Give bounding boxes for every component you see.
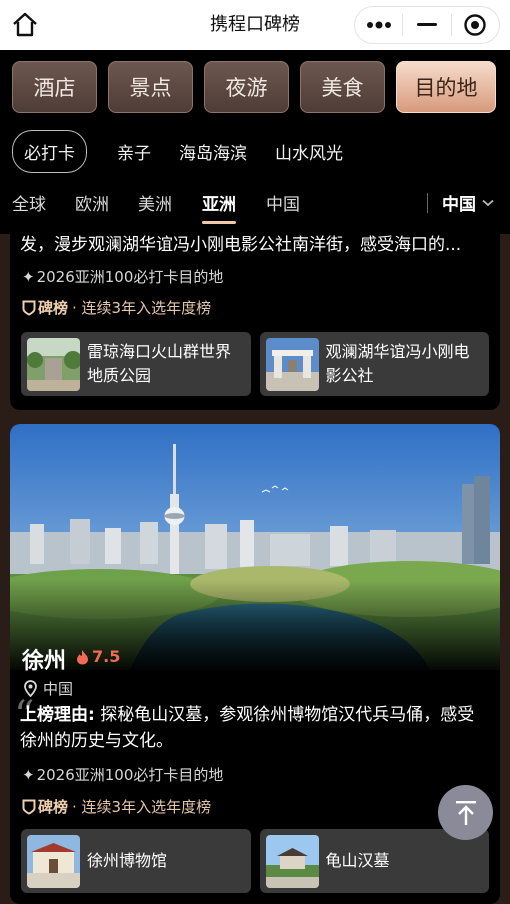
- filter-header: 酒店 景点 夜游 美食 目的地 必打卡 亲子 海岛海滨 山水风光 全球 欧洲 美…: [0, 50, 510, 234]
- rank-note: · 连续3年入选年度榜: [72, 299, 212, 317]
- category-tab-hotel[interactable]: 酒店: [12, 61, 97, 113]
- reason-label: 上榜理由:: [20, 705, 95, 725]
- poi-item[interactable]: 徐州博物馆: [21, 829, 251, 893]
- country-filter-label: 中国: [442, 195, 476, 215]
- poi-thumbnail-park: [27, 337, 80, 391]
- rank-badge-line: 碑榜 · 连续3年入选年度榜: [10, 297, 500, 318]
- destination-card-xuzhou[interactable]: 徐州 7.5 中国 “ 上榜理由: 探秘龟山汉墓，参观徐州博物馆汉代兵马俑，感受…: [10, 424, 500, 904]
- rank-brand: 碑榜: [38, 299, 69, 317]
- card-reason: 上榜理由: 探秘龟山汉墓，参观徐州博物馆汉代兵马俑，感受徐州的历史与文化。: [10, 702, 500, 754]
- award-tag: ✦ 2026亚洲100必打卡目的地: [10, 764, 500, 785]
- poi-name: 观澜湖华谊冯小刚电影公社: [325, 342, 470, 385]
- card-description: 发，漫步观澜湖华谊冯小刚电影公社南洋街，感受海口的...: [20, 235, 462, 255]
- sparkle-icon: ✦: [22, 765, 35, 784]
- poi-list: 徐州博物馆 龟山汉墓: [10, 829, 500, 893]
- shield-icon: [22, 300, 36, 316]
- hero-image-xuzhou-skyline: [10, 424, 500, 670]
- poi-item[interactable]: 雷琼海口火山群世界地质公园: [21, 332, 251, 396]
- target-close-icon[interactable]: [452, 7, 499, 43]
- shield-icon: [22, 799, 36, 815]
- category-tabs: 酒店 景点 夜游 美食 目的地: [12, 61, 496, 113]
- rating-value: 7.5: [92, 647, 121, 666]
- minimize-icon[interactable]: [403, 7, 450, 43]
- card-body: “ 上榜理由: 探秘龟山汉墓，参观徐州博物馆汉代兵马俑，感受徐州的历史与文化。 …: [10, 696, 500, 893]
- poi-name: 龟山汉墓: [325, 851, 390, 870]
- rank-badge-line: 碑榜 · 连续3年入选年度榜: [10, 796, 500, 817]
- poi-name: 徐州博物馆: [87, 851, 168, 870]
- theme-chips: 必打卡 亲子 海岛海滨 山水风光: [12, 130, 371, 173]
- category-tab-food[interactable]: 美食: [300, 61, 385, 113]
- category-tab-night-tour[interactable]: 夜游: [204, 61, 289, 113]
- poi-thumbnail-museum: [27, 834, 80, 888]
- rating-score: 7.5: [76, 647, 120, 666]
- chevron-down-icon: [482, 199, 494, 206]
- award-tag: ✦ 2026亚洲100必打卡目的地: [10, 266, 500, 287]
- divider: [427, 192, 428, 213]
- region-tab-global[interactable]: 全球: [12, 190, 46, 215]
- mini-program-capsule: [354, 6, 500, 44]
- top-nav-bar: 携程口碑榜: [0, 0, 510, 50]
- poi-thumbnail-tomb: [265, 834, 319, 888]
- sparkle-icon: ✦: [22, 267, 35, 286]
- award-tag-text: 2026亚洲100必打卡目的地: [36, 268, 224, 286]
- category-tab-attractions[interactable]: 景点: [108, 61, 193, 113]
- more-dots-icon[interactable]: [355, 7, 402, 43]
- region-tab-china[interactable]: 中国: [266, 190, 300, 215]
- country-filter-dropdown[interactable]: 中国: [427, 190, 494, 215]
- poi-list: 雷琼海口火山群世界地质公园 观澜湖华谊冯小刚电影公社: [10, 332, 500, 396]
- country-name: 中国: [43, 680, 74, 698]
- city-name: 徐州: [22, 649, 67, 674]
- back-to-top-icon: [455, 800, 476, 825]
- award-tag-text: 2026亚洲100必打卡目的地: [36, 766, 224, 784]
- rank-brand: 碑榜: [38, 798, 69, 816]
- poi-item[interactable]: 观澜湖华谊冯小刚电影公社: [259, 332, 489, 396]
- region-tab-asia[interactable]: 亚洲: [202, 190, 236, 224]
- category-tab-destination[interactable]: 目的地: [396, 61, 496, 113]
- chip-island-beach[interactable]: 海岛海滨: [179, 139, 247, 164]
- rank-note: · 连续3年入选年度榜: [72, 798, 212, 816]
- chip-must-visit[interactable]: 必打卡: [12, 130, 87, 173]
- back-to-top-button[interactable]: [438, 785, 493, 840]
- region-tab-europe[interactable]: 欧洲: [75, 190, 109, 215]
- chip-family[interactable]: 亲子: [117, 139, 151, 164]
- poi-item[interactable]: 龟山汉墓: [259, 829, 489, 893]
- poi-thumbnail-film-studio: [265, 337, 319, 391]
- destination-card-haikou[interactable]: 发，漫步观澜湖华谊冯小刚电影公社南洋街，感受海口的... ✦ 2026亚洲100…: [10, 210, 500, 410]
- flame-icon: [77, 649, 88, 664]
- chip-landscape[interactable]: 山水风光: [275, 139, 343, 164]
- region-tab-americas[interactable]: 美洲: [138, 190, 172, 215]
- region-tabs: 全球 欧洲 美洲 亚洲 中国 中国: [12, 186, 498, 224]
- poi-name: 雷琼海口火山群世界地质公园: [87, 342, 232, 385]
